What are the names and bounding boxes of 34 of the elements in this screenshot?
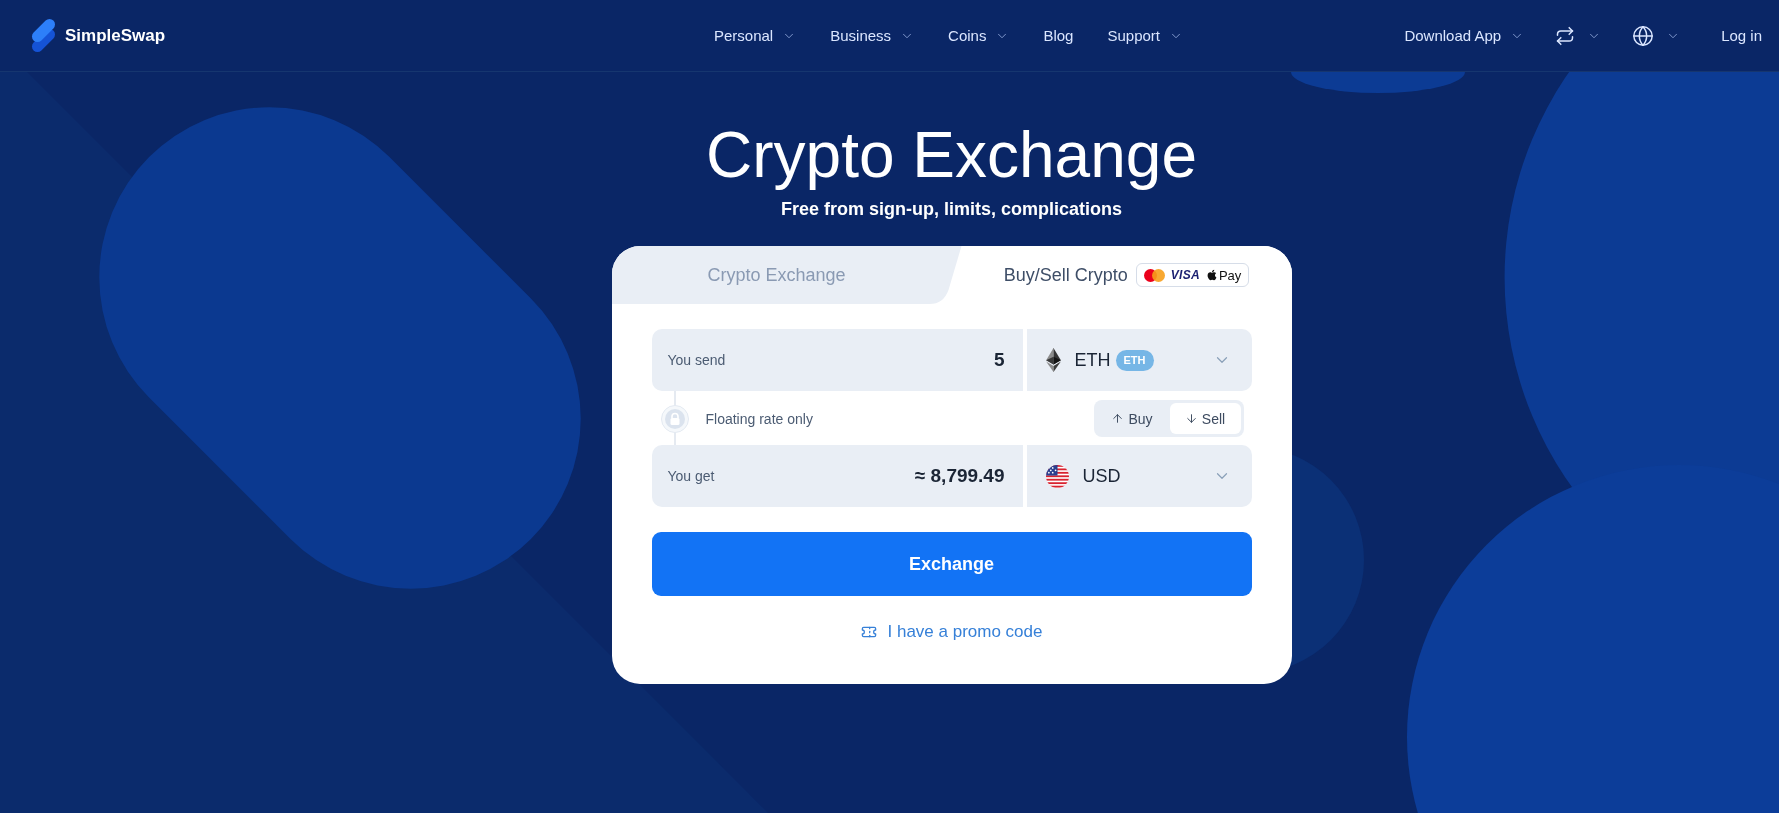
nav-menu-item[interactable]: Coins	[948, 27, 1010, 44]
currency-select[interactable]: USD	[1026, 445, 1252, 507]
ticket-icon	[860, 624, 877, 640]
page-title: Crypto Exchange	[706, 118, 1197, 192]
login-link[interactable]: Log in	[1721, 27, 1762, 44]
logo-text: SimpleSwap	[65, 25, 166, 46]
field-label: You send	[667, 352, 726, 368]
pay-label: Pay	[1218, 267, 1242, 283]
amount-field[interactable]: You get ≈ 8,799.49	[651, 445, 1023, 507]
nav-link[interactable]: Blog	[1043, 27, 1074, 44]
nav-menu-item[interactable]: Support	[1107, 27, 1183, 44]
globe-icon	[1632, 24, 1655, 47]
arrow-up-icon	[1111, 412, 1125, 425]
toggle-option[interactable]: Buy	[1096, 403, 1168, 434]
amount-field[interactable]: You send 5	[651, 329, 1023, 391]
logo-icon	[30, 19, 57, 52]
mastercard-icon	[1143, 268, 1165, 282]
repeat-arrows-icon	[1555, 25, 1576, 46]
ethereum-icon	[1045, 348, 1061, 372]
rate-note: Floating rate only	[705, 410, 813, 427]
toggle-option[interactable]: Sell	[1169, 403, 1241, 434]
promo-code-link[interactable]: I have a promo code	[860, 622, 1043, 642]
arrow-down-icon	[1184, 412, 1198, 425]
field-label: You get	[667, 468, 715, 484]
currency-select[interactable]: ETH ETH	[1026, 329, 1252, 391]
nav-menu-item[interactable]: Business	[830, 27, 915, 44]
page-subtitle: Free from sign-up, limits, complications	[780, 198, 1123, 221]
download-app-menu[interactable]: Download App	[1404, 27, 1525, 44]
visa-label: VISA	[1170, 268, 1200, 282]
apple-icon	[1205, 269, 1218, 281]
us-flag-icon	[1045, 464, 1069, 488]
nav-menu-item[interactable]: Personal	[714, 27, 797, 44]
exchange-button[interactable]: Exchange	[651, 532, 1252, 596]
network-tag: ETH	[1115, 349, 1154, 371]
